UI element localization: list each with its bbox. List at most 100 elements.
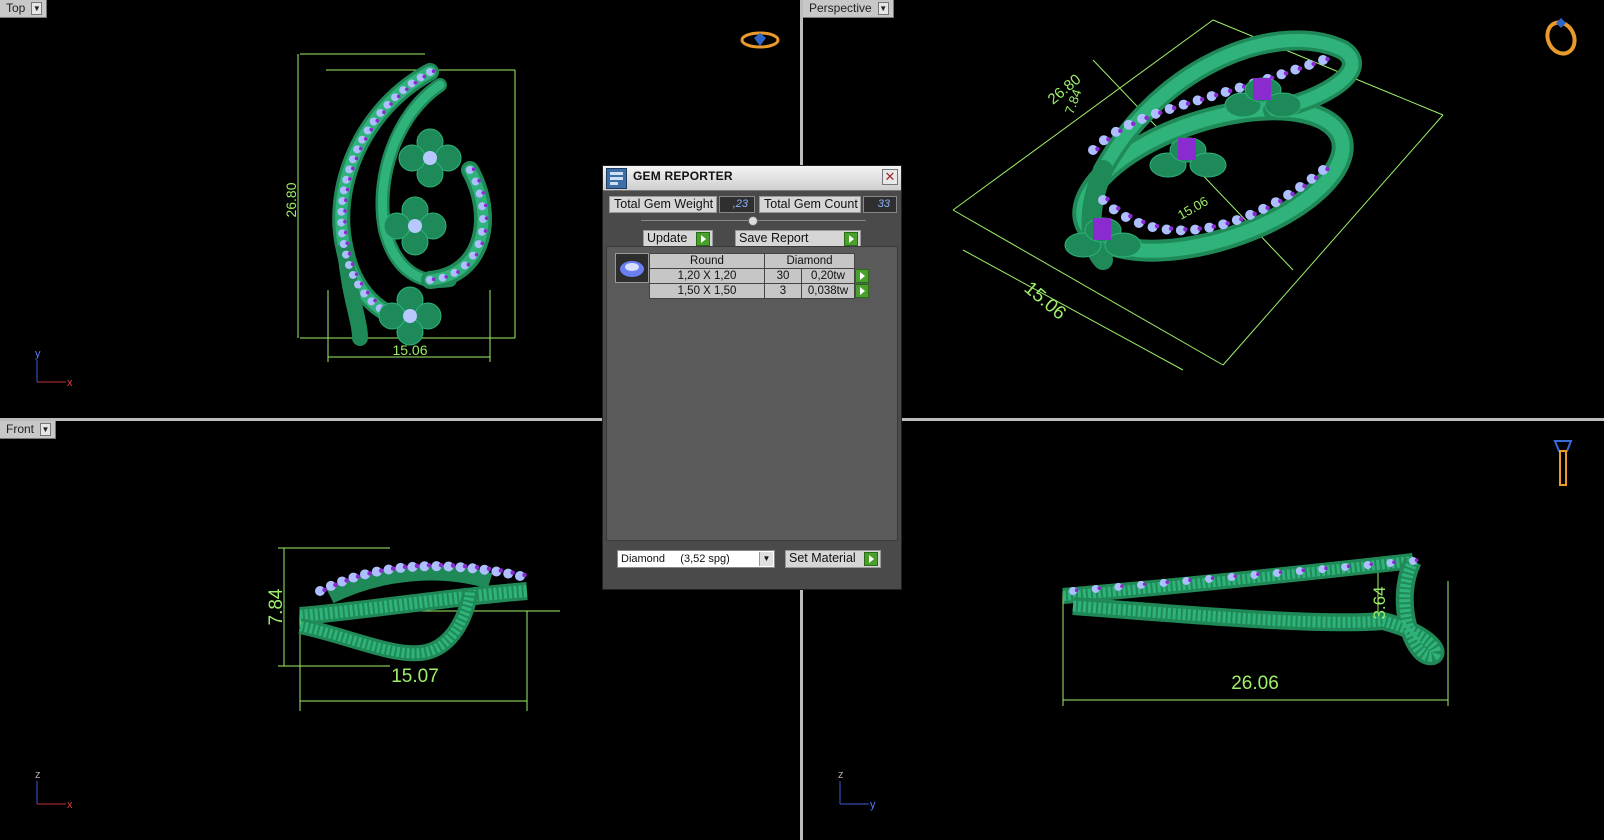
prong <box>359 281 364 286</box>
material-header: Diamond <box>764 253 855 269</box>
svg-text:z: z <box>838 769 844 781</box>
prong <box>1144 115 1149 121</box>
prong <box>510 570 515 575</box>
prong <box>1301 568 1306 573</box>
prong <box>471 167 476 171</box>
prong <box>1302 183 1307 189</box>
ring-perspective-icon[interactable] <box>1542 18 1579 58</box>
prong <box>1141 219 1146 225</box>
update-button[interactable]: Update <box>643 230 713 247</box>
prong <box>355 574 361 579</box>
collapse-handle[interactable] <box>641 216 866 226</box>
axis-indicator: z x <box>35 769 73 811</box>
total-gem-weight-value: ,23 <box>719 196 755 213</box>
dropdown-arrow-icon[interactable]: ▼ <box>31 2 43 15</box>
prong <box>344 578 349 583</box>
axis-indicator: y x <box>35 348 73 389</box>
close-icon[interactable]: ✕ <box>882 169 898 185</box>
prong <box>373 298 377 303</box>
prong <box>422 74 427 79</box>
prong <box>431 277 436 282</box>
ring-side-icon[interactable] <box>1553 440 1573 486</box>
table-row[interactable]: 1,20 X 1,20 30 0,20tw <box>649 268 876 284</box>
prong <box>367 571 372 576</box>
prong <box>369 127 373 132</box>
save-report-button[interactable]: Save Report <box>735 230 861 247</box>
prong <box>462 563 468 569</box>
svg-text:y: y <box>35 348 41 360</box>
prong <box>483 229 488 233</box>
prong <box>343 209 347 213</box>
set-material-button[interactable]: Set Material <box>785 550 881 568</box>
ring-top-icon[interactable] <box>740 31 780 49</box>
prong <box>450 563 456 568</box>
prong <box>1120 584 1124 588</box>
gem-list-panel: Round Diamond 1,20 X 1,20 30 0,20tw 1,50… <box>606 246 898 541</box>
table-row[interactable]: 1,50 X 1,50 3 0,038tw <box>649 283 876 299</box>
prong <box>474 565 480 570</box>
go-arrow-icon <box>844 232 858 246</box>
axis-indicator: z y <box>838 769 876 811</box>
dialog-titlebar[interactable]: GEM REPORTER ✕ <box>603 166 901 191</box>
prong <box>347 177 352 181</box>
prong <box>431 69 436 73</box>
viewport-label: Perspective <box>809 1 872 15</box>
right-height-dimension: 3.64 <box>1370 586 1389 619</box>
prong <box>1324 566 1328 571</box>
prong <box>1313 175 1319 180</box>
prong <box>466 262 471 267</box>
viewport-perspective[interactable]: Perspective ▼ 26.80 7.84 15.06 15.06 <box>803 0 1604 418</box>
prong <box>1128 213 1133 219</box>
prong <box>1283 71 1289 76</box>
diamond-gem-icon[interactable] <box>615 253 649 283</box>
top-height-dimension: 26.80 <box>283 182 299 217</box>
prong <box>1130 121 1136 127</box>
gem-table: Round Diamond 1,20 X 1,20 30 0,20tw 1,50… <box>649 253 876 299</box>
prong <box>1097 586 1102 590</box>
prong <box>1165 580 1170 584</box>
prong <box>343 219 347 224</box>
prong <box>477 178 481 183</box>
svg-text:x: x <box>67 799 73 811</box>
prong <box>1183 227 1188 232</box>
prong <box>350 262 355 266</box>
prong <box>1116 206 1121 211</box>
prong <box>1311 61 1316 67</box>
prong <box>484 216 489 221</box>
viewport-right[interactable]: 26.06 3.64 z y <box>803 421 1604 840</box>
viewport-tab-top[interactable]: Top ▼ <box>0 0 48 18</box>
gem-reporter-dialog[interactable]: GEM REPORTER ✕ Total Gem Weight ,23 Tota… <box>602 165 902 590</box>
prong <box>378 568 384 573</box>
prong <box>1414 558 1419 562</box>
viewport-label: Top <box>6 1 26 15</box>
dropdown-arrow-icon[interactable]: ▼ <box>40 423 52 436</box>
dropdown-arrow-icon[interactable]: ▼ <box>877 2 889 15</box>
viewport-label: Front <box>6 422 35 436</box>
prong <box>498 568 504 573</box>
prong <box>404 87 409 92</box>
viewport-tab-front[interactable]: Front ▼ <box>0 421 57 439</box>
prong <box>1095 146 1100 152</box>
go-arrow-icon[interactable] <box>855 269 869 283</box>
dropdown-arrow-icon[interactable]: ▼ <box>759 552 773 566</box>
prong <box>1210 576 1215 580</box>
prong <box>382 110 386 114</box>
total-gem-count-label: Total Gem Count <box>759 196 861 213</box>
shape-header: Round <box>649 253 765 269</box>
prong <box>1211 224 1217 229</box>
material-select[interactable]: Diamond (3,52 spg) ▼ <box>617 550 775 568</box>
go-arrow-icon[interactable] <box>855 284 869 298</box>
prong <box>344 198 348 203</box>
dialog-title: GEM REPORTER <box>633 169 733 183</box>
right-width-dimension: 26.06 <box>1231 673 1279 694</box>
viewport-tab-perspective[interactable]: Perspective ▼ <box>803 0 894 18</box>
prong <box>358 146 363 151</box>
prong <box>1105 196 1110 202</box>
front-width-dimension: 15.07 <box>391 666 439 687</box>
prong <box>354 272 359 276</box>
prong <box>1346 564 1351 569</box>
prong <box>402 564 408 570</box>
prong <box>438 562 444 568</box>
prong <box>345 187 350 192</box>
prong <box>322 587 327 593</box>
